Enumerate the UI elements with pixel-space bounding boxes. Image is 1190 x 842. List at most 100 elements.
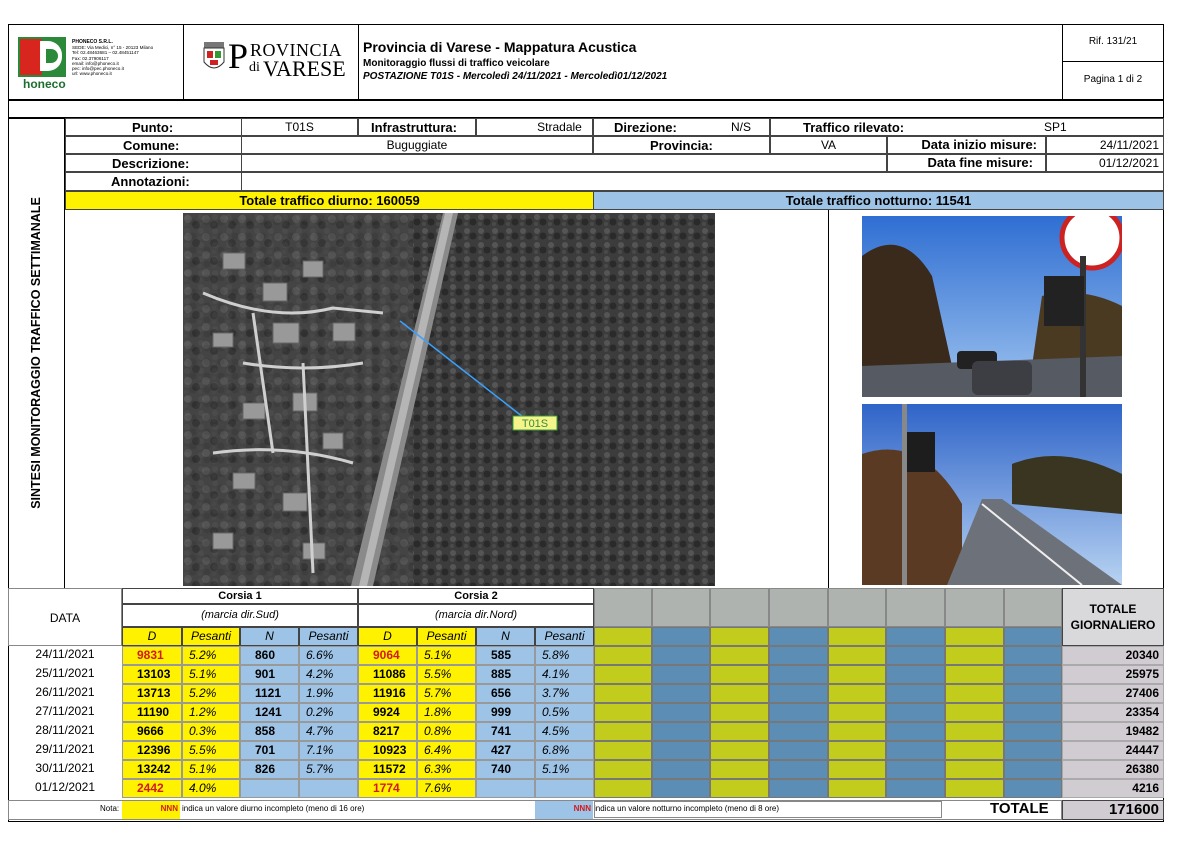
cell-d2: 10923 xyxy=(358,741,417,760)
empty-subheader-cell xyxy=(1004,627,1062,646)
cell-p2: 1.8% xyxy=(417,703,476,722)
empty-cell xyxy=(710,779,769,798)
row-daily-total: 24447 xyxy=(1062,741,1164,760)
cell-p1: 5.1% xyxy=(182,665,240,684)
annotazioni-label: Annotazioni: xyxy=(65,172,242,191)
empty-cell xyxy=(945,760,1004,779)
cell-pn2 xyxy=(535,779,594,798)
footer-note-label: Nota: xyxy=(100,804,120,813)
cell-p1: 5.2% xyxy=(182,646,240,665)
cell-p2: 5.7% xyxy=(417,684,476,703)
empty-cell xyxy=(594,684,652,703)
cell-p1: 0.3% xyxy=(182,722,240,741)
row-daily-total: 25975 xyxy=(1062,665,1164,684)
empty-cell xyxy=(1004,703,1062,722)
cell-p1: 1.2% xyxy=(182,703,240,722)
empty-cell xyxy=(652,665,710,684)
cell-n1: 701 xyxy=(240,741,299,760)
empty-cell xyxy=(828,665,886,684)
cell-n2: 740 xyxy=(476,760,535,779)
cell-d1: 9831 xyxy=(122,646,182,665)
side-title-text: SINTESI MONITORAGGIO TRAFFICO SETTIMANAL… xyxy=(29,197,43,509)
annotazioni-value xyxy=(241,172,1164,191)
cell-n2 xyxy=(476,779,535,798)
cell-n1: 1241 xyxy=(240,703,299,722)
cell-pn2: 5.1% xyxy=(535,760,594,779)
empty-cell xyxy=(945,684,1004,703)
cell-n1: 858 xyxy=(240,722,299,741)
empty-cell xyxy=(710,646,769,665)
empty-cell xyxy=(652,722,710,741)
page-number: Pagina 1 di 2 xyxy=(1083,74,1143,85)
empty-cell xyxy=(886,779,945,798)
empty-cell xyxy=(769,779,828,798)
grand-total-value: 171600 xyxy=(1062,800,1164,820)
cell-d2: 1774 xyxy=(358,779,417,798)
empty-cell xyxy=(769,760,828,779)
empty-subheader-cell xyxy=(828,627,886,646)
empty-cell xyxy=(710,760,769,779)
row-date: 28/11/2021 xyxy=(35,723,95,737)
cell-pn2: 0.5% xyxy=(535,703,594,722)
row-daily-total: 27406 xyxy=(1062,684,1164,703)
row-date: 24/11/2021 xyxy=(35,647,95,661)
provincia-value: VA xyxy=(770,136,887,154)
cell-pn2: 6.8% xyxy=(535,741,594,760)
col-pesanti-n-1: Pesanti xyxy=(299,627,358,646)
col-pesanti-n-2: Pesanti xyxy=(535,627,594,646)
empty-cell xyxy=(1004,722,1062,741)
cell-p2: 5.1% xyxy=(417,646,476,665)
empty-cell xyxy=(828,760,886,779)
empty-cell xyxy=(769,741,828,760)
total-day-traffic: Totale traffico diurno: 160059 xyxy=(65,191,594,210)
side-title: SINTESI MONITORAGGIO TRAFFICO SETTIMANAL… xyxy=(8,118,65,588)
empty-header-cell xyxy=(1004,588,1062,627)
cell-p1: 4.0% xyxy=(182,779,240,798)
cell-n1 xyxy=(240,779,299,798)
empty-cell xyxy=(594,703,652,722)
row-daily-total: 26380 xyxy=(1062,760,1164,779)
cell-n1: 901 xyxy=(240,665,299,684)
empty-cell xyxy=(886,760,945,779)
col-d-2: D xyxy=(358,627,417,646)
empty-subheader-cell xyxy=(652,627,710,646)
empty-cell xyxy=(1004,684,1062,703)
cell-n1: 826 xyxy=(240,760,299,779)
cell-n2: 999 xyxy=(476,703,535,722)
row-date: 25/11/2021 xyxy=(35,666,95,680)
site-photo-2 xyxy=(862,404,1122,585)
empty-cell xyxy=(769,665,828,684)
cell-n1: 860 xyxy=(240,646,299,665)
cell-n2: 427 xyxy=(476,741,535,760)
comune-label: Comune: xyxy=(65,136,242,154)
phoneco-logo-text: honeco xyxy=(23,77,66,91)
empty-cell xyxy=(652,703,710,722)
nnn-day-marker: NNN xyxy=(122,801,180,819)
cell-d2: 9924 xyxy=(358,703,417,722)
punto-value: T01S xyxy=(241,118,358,136)
empty-header-cell xyxy=(652,588,710,627)
empty-header-cell xyxy=(945,588,1004,627)
cell-n2: 741 xyxy=(476,722,535,741)
cell-pn1: 7.1% xyxy=(299,741,358,760)
cell-d1: 13713 xyxy=(122,684,182,703)
infra-value: Stradale xyxy=(476,118,593,136)
empty-cell xyxy=(1004,665,1062,684)
province-logo-p: P xyxy=(228,36,249,76)
empty-cell xyxy=(886,665,945,684)
empty-cell xyxy=(1004,760,1062,779)
cell-pn2: 5.8% xyxy=(535,646,594,665)
cell-n1: 1121 xyxy=(240,684,299,703)
cell-p2: 5.5% xyxy=(417,665,476,684)
cell-pn1: 1.9% xyxy=(299,684,358,703)
note-box xyxy=(594,801,942,818)
separator-band xyxy=(8,100,1164,118)
col-n-2: N xyxy=(476,627,535,646)
cell-pn2: 3.7% xyxy=(535,684,594,703)
row-date: 29/11/2021 xyxy=(35,742,95,756)
company-info: PHONECO S.R.L. SEDE: Via Medici, n° 15 -… xyxy=(72,39,180,76)
cell-pn1: 6.6% xyxy=(299,646,358,665)
empty-cell xyxy=(710,722,769,741)
lane2-subheader: (marcia dir.Nord) xyxy=(358,604,594,627)
empty-cell xyxy=(710,684,769,703)
